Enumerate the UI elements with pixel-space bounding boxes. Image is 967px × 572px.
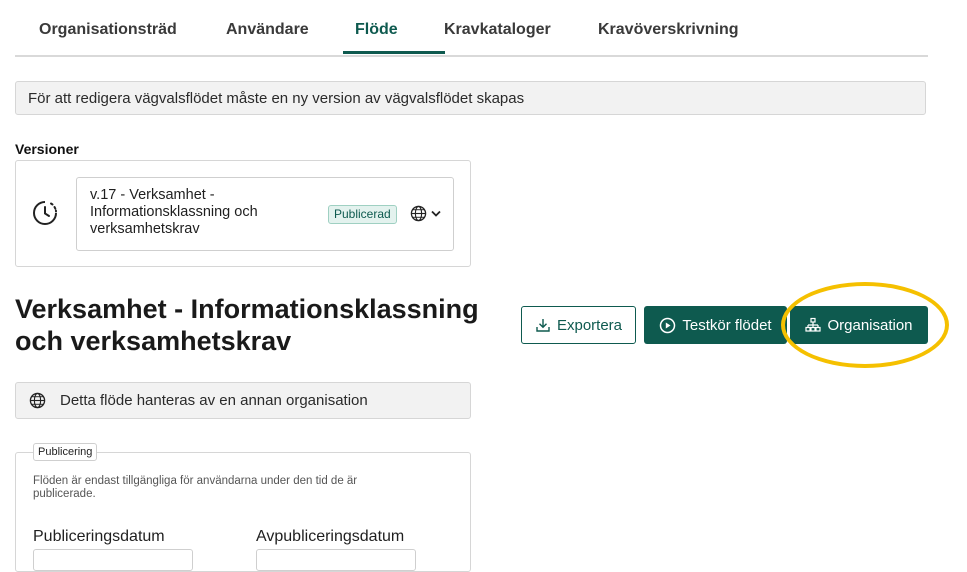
org-tree-icon xyxy=(805,317,822,332)
versions-label: Versioner xyxy=(15,141,79,157)
managed-notice-text: Detta flöde hanteras av en annan organis… xyxy=(60,392,368,409)
chevron-down-icon xyxy=(431,210,441,217)
page-title: Verksamhet - Informationsklassning och v… xyxy=(15,294,479,356)
tab-organisationstrad[interactable]: Organisationsträd xyxy=(39,21,177,39)
version-selected-text: v.17 - Verksamhet - Informationsklassnin… xyxy=(90,187,258,237)
managed-notice: Detta flöde hanteras av en annan organis… xyxy=(15,382,471,419)
publish-date-field[interactable] xyxy=(33,549,193,571)
version-select[interactable]: v.17 - Verksamhet - Informationsklassnin… xyxy=(76,177,454,251)
status-badge: Publicerad xyxy=(328,205,397,224)
export-button[interactable]: Exportera xyxy=(521,306,636,344)
download-icon xyxy=(536,319,550,332)
globe-icon xyxy=(29,392,46,409)
tab-anvandare[interactable]: Användare xyxy=(226,21,309,39)
publishing-description: Flöden är endast tillgängliga för använd… xyxy=(33,475,358,500)
organisation-button[interactable]: Organisation xyxy=(790,306,928,344)
edit-notice: För att redigera vägvalsflödet måste en … xyxy=(15,81,926,115)
unpublish-date-label: Avpubliceringsdatum xyxy=(256,528,405,545)
globe-icon xyxy=(410,205,427,222)
tab-flode[interactable]: Flöde xyxy=(355,21,398,39)
unpublish-date-field[interactable] xyxy=(256,549,416,571)
publish-date-label: Publiceringsdatum xyxy=(33,528,165,545)
tab-kravoverskrivning[interactable]: Kravöverskrivning xyxy=(598,21,739,39)
play-circle-icon xyxy=(660,317,676,333)
tab-bar: Organisationsträd Användare Flöde Kravka… xyxy=(15,0,928,57)
active-tab-indicator xyxy=(343,51,445,54)
tab-kravkataloger[interactable]: Kravkataloger xyxy=(444,21,551,39)
publishing-legend: Publicering xyxy=(33,443,98,461)
test-run-button[interactable]: Testkör flödet xyxy=(644,306,787,344)
clock-icon xyxy=(33,201,57,225)
